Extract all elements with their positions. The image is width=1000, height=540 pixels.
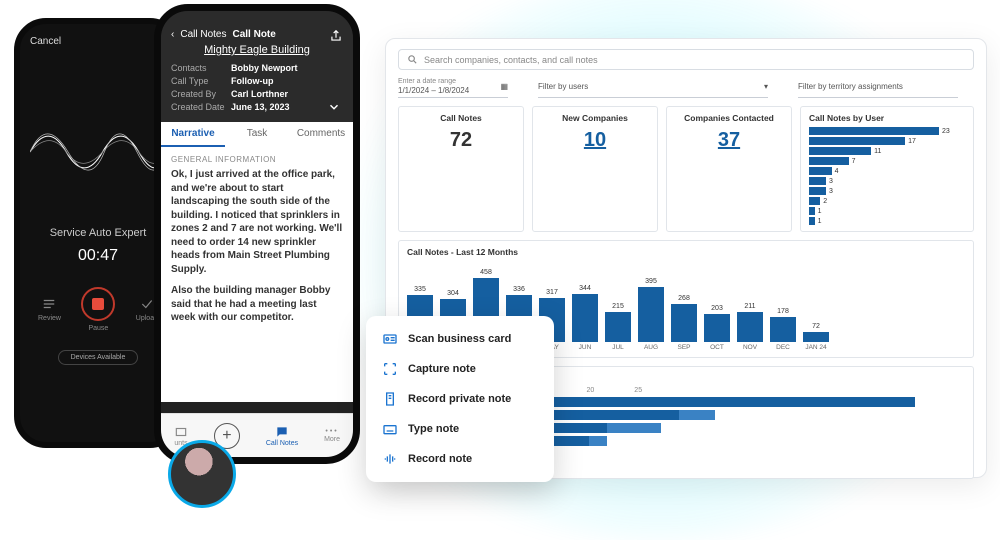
month-col: 215JUL xyxy=(605,303,631,351)
menu-item-capture[interactable]: Capture note xyxy=(366,354,554,384)
record-stop-icon xyxy=(81,287,115,321)
type-note-icon xyxy=(382,421,398,437)
tab-comments[interactable]: Comments xyxy=(289,122,353,147)
callnote-meta: ContactsBobby Newport Call TypeFollow-up… xyxy=(171,62,343,114)
private-note-icon xyxy=(382,391,398,407)
tab-callnotes[interactable]: Call Notes xyxy=(266,425,298,447)
menu-item-scan-card[interactable]: Scan business card xyxy=(366,324,554,354)
callnote-phone: ‹ Call Notes Call Note Mighty Eagle Buil… xyxy=(154,4,360,464)
month-col: 203OCT xyxy=(704,305,730,351)
stat-new-companies[interactable]: New Companies 10 xyxy=(532,106,658,232)
devices-available-button[interactable]: Devices Available xyxy=(58,350,138,365)
action-menu: Scan business cardCapture noteRecord pri… xyxy=(366,316,554,482)
user-bar-row: 23 xyxy=(809,127,965,135)
callnote-body: GENERAL INFORMATION Ok, I just arrived a… xyxy=(161,147,353,402)
month-col: 344JUN xyxy=(572,285,598,351)
user-bar-row: 17 xyxy=(809,137,965,145)
month-col: 178DEC xyxy=(770,308,796,351)
cancel-button[interactable]: Cancel xyxy=(30,36,166,47)
building-link[interactable]: Mighty Eagle Building xyxy=(171,44,343,56)
user-bar-row: 7 xyxy=(809,157,965,165)
tab-narrative[interactable]: Narrative xyxy=(161,122,225,147)
month-col: 268SEP xyxy=(671,295,697,351)
share-icon[interactable] xyxy=(329,29,343,43)
search-input[interactable]: Search companies, contacts, and call not… xyxy=(398,49,974,70)
menu-item-record-note[interactable]: Record note xyxy=(366,444,554,474)
callnote-header: ‹ Call Notes Call Note Mighty Eagle Buil… xyxy=(161,11,353,122)
pause-button[interactable]: Pause xyxy=(81,287,115,332)
user-bar-row: 3 xyxy=(809,187,965,195)
date-range-filter[interactable]: Enter a date range1/1/2024 – 1/8/2024 ▦ xyxy=(398,78,508,98)
month-col: 211NOV xyxy=(737,303,763,351)
recording-title: Service Auto Expert xyxy=(30,227,166,239)
narrative-p1: Ok, I just arrived at the office park, a… xyxy=(171,168,343,276)
month-col: 72JAN 24 xyxy=(803,323,829,351)
record-note-icon xyxy=(382,451,398,467)
stat-callnotes: Call Notes 72 xyxy=(398,106,524,232)
calendar-icon: ▦ xyxy=(500,82,508,91)
waveform xyxy=(30,107,166,197)
month-col: 395AUG xyxy=(638,278,664,351)
recording-timer: 00:47 xyxy=(30,247,166,265)
user-bar-row: 3 xyxy=(809,177,965,185)
filter-row: Enter a date range1/1/2024 – 1/8/2024 ▦ … xyxy=(398,78,974,98)
tab-more[interactable]: •••More xyxy=(324,428,340,443)
avatar xyxy=(168,440,236,508)
page-title: Call Note xyxy=(232,29,275,40)
users-filter[interactable]: Filter by users▾ xyxy=(538,78,768,98)
callnote-tabs: Narrative Task Comments xyxy=(161,122,353,147)
user-bar-row: 1 xyxy=(809,207,965,215)
territory-filter[interactable]: Filter by territory assignments xyxy=(798,78,958,98)
user-bar-row: 1 xyxy=(809,217,965,225)
back-chevron-icon[interactable]: ‹ xyxy=(171,29,174,40)
review-button[interactable]: Review xyxy=(38,297,61,322)
chevron-down-icon: ▾ xyxy=(764,82,768,91)
tab-task[interactable]: Task xyxy=(225,122,289,147)
stat-companies-contacted[interactable]: Companies Contacted 37 xyxy=(666,106,792,232)
capture-icon xyxy=(382,361,398,377)
user-bar-row: 11 xyxy=(809,147,965,155)
back-label[interactable]: Call Notes xyxy=(180,29,226,40)
scan-card-icon xyxy=(382,331,398,347)
narrative-p2: Also the building manager Bobby said tha… xyxy=(171,284,343,325)
menu-item-private-note[interactable]: Record private note xyxy=(366,384,554,414)
user-bar-row: 2 xyxy=(809,197,965,205)
menu-item-type-note[interactable]: Type note xyxy=(366,414,554,444)
search-placeholder: Search companies, contacts, and call not… xyxy=(424,55,598,65)
expand-chevron-icon[interactable] xyxy=(327,100,341,114)
search-icon xyxy=(407,54,418,65)
section-label: GENERAL INFORMATION xyxy=(171,155,343,164)
callnotes-by-user-chart: Call Notes by User 2317117433211 xyxy=(800,106,974,232)
user-bar-row: 4 xyxy=(809,167,965,175)
